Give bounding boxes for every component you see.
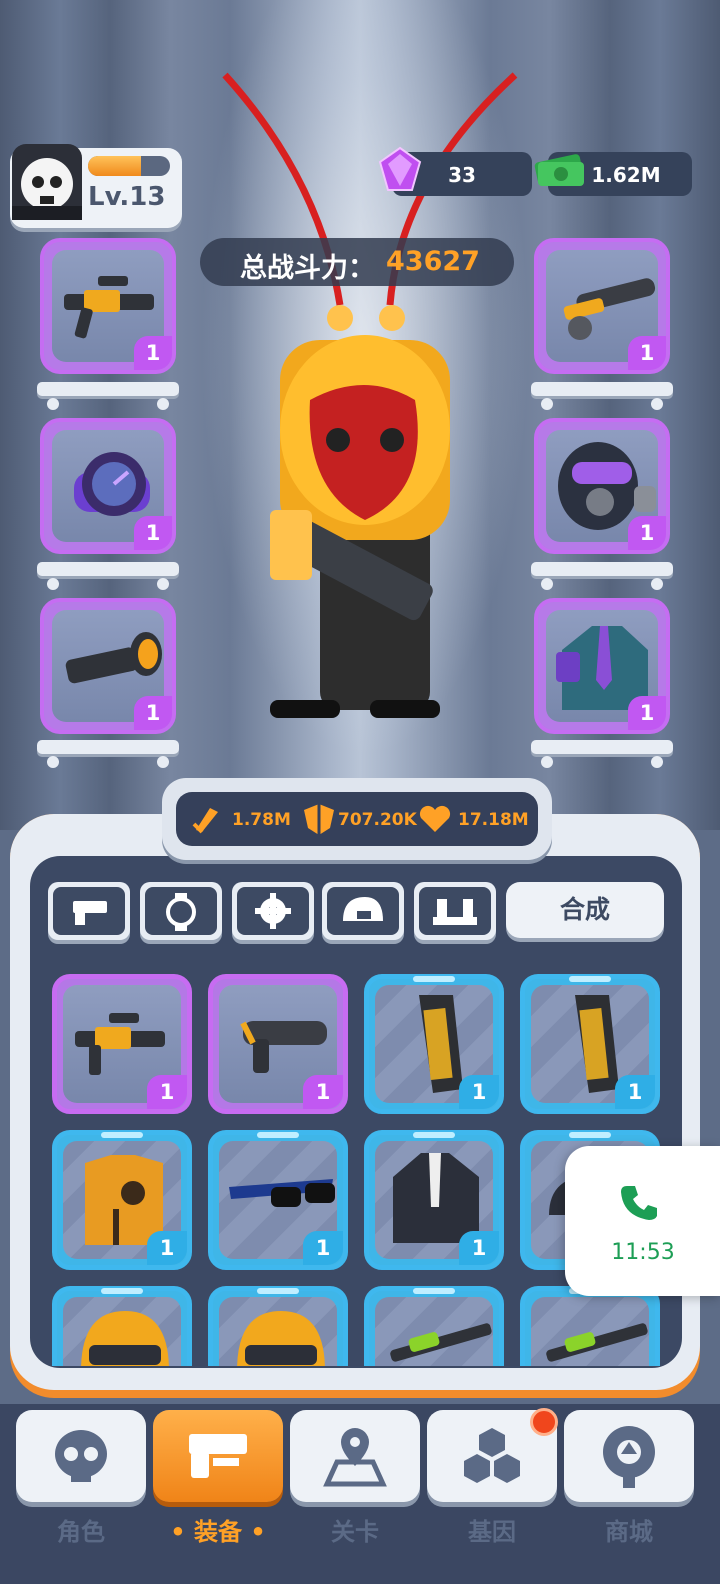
- nav-label-character: 角色: [57, 1518, 105, 1546]
- item-count-badge: 1: [134, 516, 172, 550]
- nav-levels[interactable]: [290, 1410, 420, 1502]
- tab-watch[interactable]: [140, 882, 222, 940]
- equip-slot-right-1[interactable]: 1: [534, 238, 670, 374]
- shelf: [531, 382, 673, 410]
- scope-icon: [65, 632, 162, 684]
- call-timer: 11:53: [611, 1240, 675, 1265]
- item-count-badge: 1: [147, 1231, 187, 1265]
- item-count-badge: 1: [459, 1231, 499, 1265]
- combat-power-value: 43627: [386, 246, 480, 277]
- watch-icon: [166, 893, 196, 931]
- shield-icon: [304, 804, 334, 835]
- xp-bar: [88, 156, 170, 176]
- item-count-badge: 1: [628, 696, 666, 730]
- inventory-item[interactable]: 1: [208, 1130, 348, 1270]
- item-count-badge: 1: [147, 1075, 187, 1109]
- inventory-item[interactable]: [208, 1286, 348, 1366]
- inventory-item[interactable]: 1: [208, 974, 348, 1114]
- nav-label-shop: 商城: [605, 1518, 653, 1546]
- item-count-badge: 1: [615, 1075, 655, 1109]
- item-count-badge: 1: [303, 1231, 343, 1265]
- combat-power-banner: 总战斗力： 43627: [200, 238, 514, 286]
- shelf: [531, 740, 673, 768]
- equip-slot-left-2[interactable]: 1: [40, 418, 176, 554]
- item-count-badge: 1: [628, 336, 666, 370]
- attack-value: 1.78M: [232, 810, 291, 830]
- inventory-item[interactable]: 1: [52, 1130, 192, 1270]
- map-icon: [323, 1428, 387, 1487]
- boots-icon: [433, 899, 477, 925]
- phone-icon: [621, 1186, 657, 1220]
- notification-dot: [530, 1408, 558, 1436]
- tab-weapons[interactable]: [48, 882, 130, 940]
- heart-icon: [419, 805, 451, 832]
- gem-icon: [378, 146, 422, 191]
- shelf: [37, 740, 179, 768]
- attack-icon: [192, 808, 218, 834]
- tab-helmet[interactable]: [322, 882, 404, 940]
- inventory-item[interactable]: 1: [52, 974, 192, 1114]
- skull-icon: [55, 1430, 107, 1482]
- green-rifle-icon: [390, 1323, 492, 1362]
- merge-button[interactable]: 合成: [506, 882, 664, 938]
- equip-slot-right-2[interactable]: 1: [534, 418, 670, 554]
- xp-fill: [88, 156, 142, 176]
- helmet-icon: [237, 1311, 325, 1366]
- health-value: 17.18M: [458, 810, 529, 830]
- nav-label-genes: 基因: [468, 1518, 516, 1546]
- tab-boots[interactable]: [414, 882, 496, 940]
- item-count-badge: 1: [628, 516, 666, 550]
- inventory-item[interactable]: [520, 1286, 660, 1366]
- shelf: [37, 562, 179, 590]
- helmet-icon: [343, 897, 383, 921]
- nav-label-equipment: • 装备 •: [170, 1518, 266, 1546]
- tab-gear[interactable]: [232, 882, 314, 940]
- nav-character[interactable]: [16, 1410, 146, 1502]
- player-level: Lv.13: [88, 182, 166, 212]
- inventory-item[interactable]: 1: [364, 1130, 504, 1270]
- nav-shop[interactable]: [564, 1410, 694, 1502]
- item-count-badge: 1: [459, 1075, 499, 1109]
- item-count-badge: 1: [303, 1075, 343, 1109]
- call-bubble[interactable]: 11:53: [565, 1146, 720, 1296]
- item-count-badge: 1: [134, 336, 172, 370]
- gun-icon: [189, 1434, 247, 1478]
- hex-icon: [464, 1428, 520, 1483]
- item-count-badge: 1: [134, 696, 172, 730]
- green-rifle-icon: [546, 1323, 648, 1362]
- player-avatar[interactable]: [12, 144, 82, 220]
- inventory-item[interactable]: 1: [364, 974, 504, 1114]
- inventory-item[interactable]: [52, 1286, 192, 1366]
- stats-bar: 1.78M 707.20K 17.18M: [162, 778, 552, 860]
- inventory-item[interactable]: 1: [520, 974, 660, 1114]
- shelf: [531, 562, 673, 590]
- helmet-icon: [81, 1311, 169, 1366]
- gun-icon: [73, 901, 107, 925]
- shop-icon: [603, 1426, 655, 1488]
- equip-slot-right-3[interactable]: 1: [534, 598, 670, 734]
- nav-equipment[interactable]: [153, 1410, 283, 1502]
- sunglasses-icon: [229, 1179, 335, 1207]
- inventory-item[interactable]: [364, 1286, 504, 1366]
- gear-icon: [255, 893, 291, 929]
- combat-power-label: 总战斗力：: [240, 253, 375, 284]
- equip-slot-left-3[interactable]: 1: [40, 598, 176, 734]
- shelf: [37, 382, 179, 410]
- cash-icon: [534, 154, 584, 186]
- equip-slot-left-1[interactable]: 1: [40, 238, 176, 374]
- nav-label-levels: 关卡: [331, 1518, 379, 1546]
- defense-value: 707.20K: [338, 810, 417, 830]
